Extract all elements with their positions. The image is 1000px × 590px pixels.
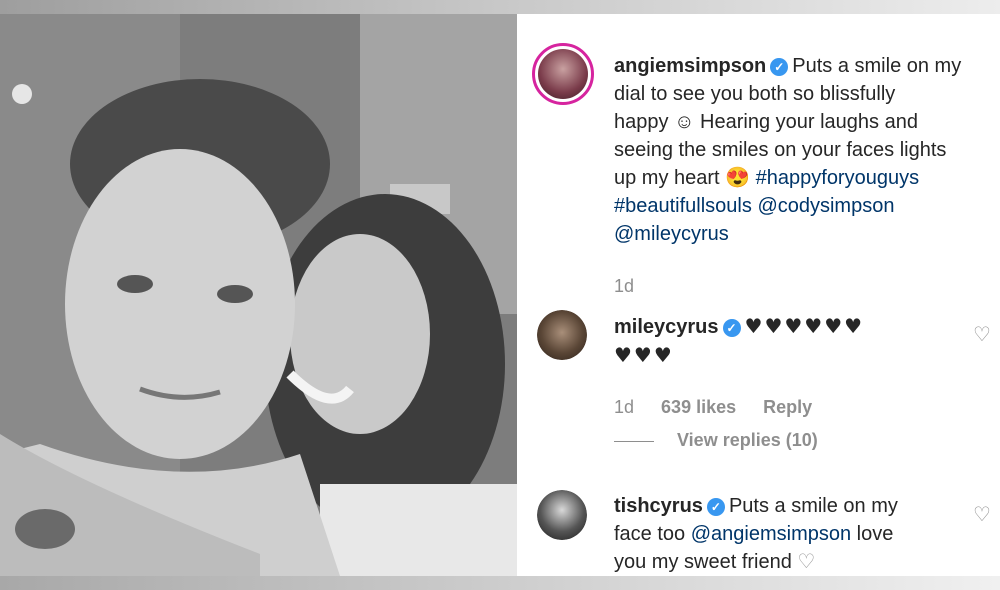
comment-likes[interactable]: 639 likes bbox=[661, 397, 736, 417]
smile-emoji-icon: ☺ bbox=[674, 111, 695, 133]
post-photo[interactable] bbox=[0, 14, 517, 576]
caption-text-5: up my heart bbox=[614, 167, 720, 189]
white-heart-emoji-icon: ♡ bbox=[797, 551, 816, 573]
caption-meta: 1d bbox=[614, 276, 656, 297]
post-caption: angiemsimpson ✓ Puts a smile on my dial to… bbox=[614, 52, 984, 248]
comment-text-2a: face too bbox=[614, 523, 686, 545]
comment-mileycyrus: mileycyrus ✓ ♥♥♥♥♥♥ ♥♥♥ bbox=[614, 312, 984, 370]
comment-time[interactable]: 1d bbox=[614, 397, 634, 417]
avatar-image bbox=[537, 490, 587, 540]
comment-tishcyrus: tishcyrus ✓ Puts a smile on my face too @a… bbox=[614, 492, 984, 576]
comment-text-3: you my sweet friend bbox=[614, 551, 792, 573]
caption-text-2: dial to see you both so blissfully bbox=[614, 83, 896, 105]
verified-badge-icon: ✓ bbox=[706, 498, 725, 516]
comments-panel: angiemsimpson ✓ Puts a smile on my dial to… bbox=[517, 14, 1000, 576]
caption-username[interactable]: angiemsimpson bbox=[614, 55, 766, 77]
caption-text-1: Puts a smile on my bbox=[792, 55, 962, 77]
comment-meta: 1d 639 likes Reply bbox=[614, 397, 834, 418]
avatar-mileycyrus[interactable] bbox=[537, 310, 587, 360]
caption-text-3: happy bbox=[614, 111, 669, 133]
heart-eyes-emoji-icon: 😍 bbox=[725, 167, 751, 189]
reply-button[interactable]: Reply bbox=[763, 397, 812, 417]
avatar-angiemsimpson[interactable] bbox=[532, 43, 594, 105]
caption-time[interactable]: 1d bbox=[614, 276, 634, 296]
comment-text-1: Puts a smile on my bbox=[728, 495, 898, 517]
like-heart-icon[interactable]: ♡ bbox=[971, 324, 993, 346]
avatar-image bbox=[538, 49, 588, 99]
bottom-border bbox=[0, 576, 1000, 590]
caption-text-4: seeing the smiles on your faces lights bbox=[614, 139, 947, 161]
hashtag-beautifullsouls[interactable]: #beautifullsouls bbox=[614, 195, 752, 217]
comment-username[interactable]: tishcyrus bbox=[614, 495, 703, 517]
comment-username[interactable]: mileycyrus bbox=[614, 316, 719, 338]
mention-angiemsimpson[interactable]: @angiemsimpson bbox=[691, 523, 851, 545]
view-replies-label: View replies (10) bbox=[677, 430, 818, 450]
mention-mileycyrus[interactable]: @mileycyrus bbox=[614, 223, 729, 245]
top-border bbox=[0, 0, 1000, 14]
avatar-image bbox=[537, 310, 587, 360]
verified-badge-icon: ✓ bbox=[770, 58, 789, 76]
comment-text-2b: love bbox=[856, 523, 894, 545]
black-hearts-emoji: ♥♥♥♥♥♥ bbox=[744, 314, 865, 338]
post-photo-illustration bbox=[0, 14, 517, 576]
black-hearts-emoji: ♥♥♥ bbox=[614, 343, 674, 367]
caption-text-3b: Hearing your laughs and bbox=[700, 111, 918, 133]
view-replies-button[interactable]: View replies (10) bbox=[677, 430, 840, 451]
avatar-tishcyrus[interactable] bbox=[537, 490, 587, 540]
replies-divider bbox=[614, 441, 654, 442]
verified-badge-icon: ✓ bbox=[722, 319, 741, 337]
mention-codysimpson[interactable]: @codysimpson bbox=[757, 195, 894, 217]
hashtag-happyforyouguys[interactable]: #happyforyouguys bbox=[756, 167, 919, 189]
like-heart-icon[interactable]: ♡ bbox=[971, 504, 993, 526]
